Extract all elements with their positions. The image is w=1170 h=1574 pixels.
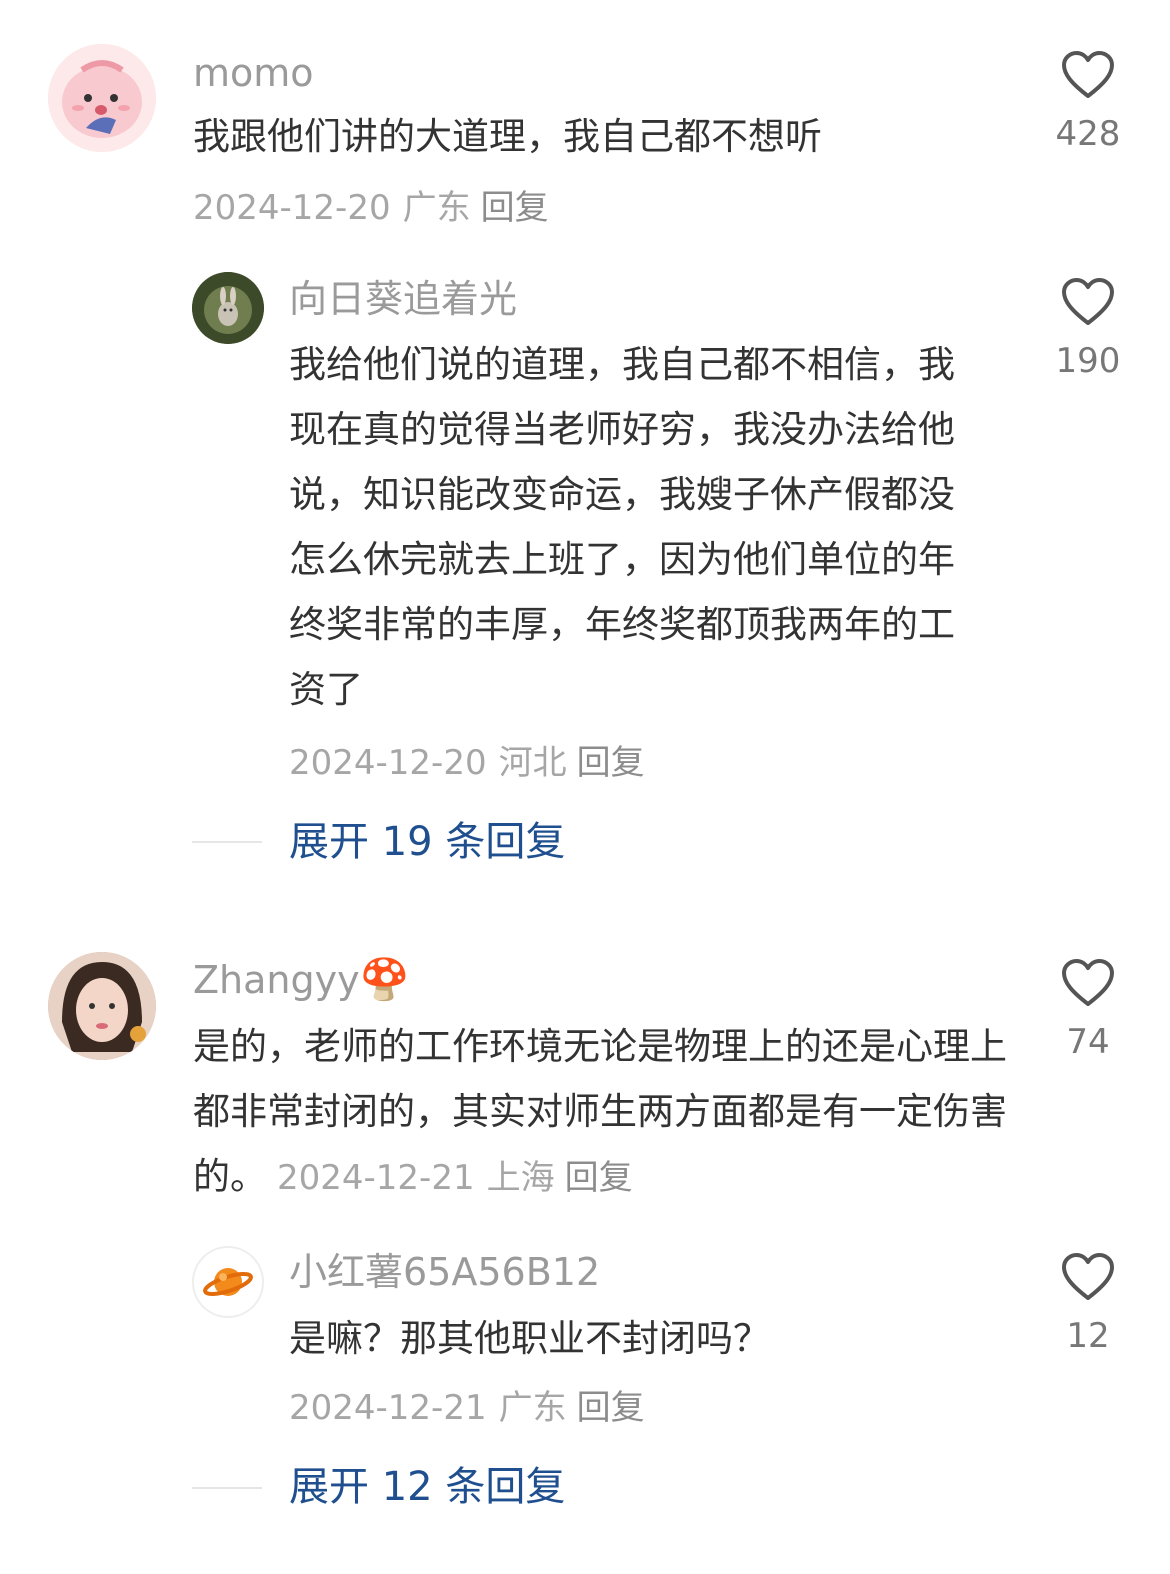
reply-button[interactable]: 回复 [481,188,549,228]
reply-button[interactable]: 回复 [577,743,645,783]
username-text: Zhangyy [193,958,360,1002]
divider [192,841,262,843]
like-count: 190 [1055,341,1121,381]
like-button[interactable]: 12 [1023,1252,1153,1356]
girl-photo-avatar-icon [48,952,156,1060]
comment-username[interactable]: Zhangyy🍄 [193,957,409,1003]
reply-date: 2024-12-20 [289,743,487,783]
reply-meta: 2024-12-21 广东 回复 [289,1386,645,1430]
comment-meta: 2024-12-21 上海 回复 [277,1158,633,1198]
reply-username[interactable]: 小红薯65A56B12 [289,1249,600,1295]
like-button[interactable]: 190 [1023,277,1153,381]
heart-icon [1062,1253,1114,1300]
comment-location: 广东 [402,188,471,228]
green-rabbit-avatar-icon [192,272,264,344]
divider [192,1487,262,1489]
avatar[interactable] [192,1246,264,1318]
like-count: 428 [1055,114,1121,154]
heart-icon [1062,959,1114,1006]
expand-replies-button[interactable]: 展开 12 条回复 [289,1462,565,1512]
reply-text: 我给他们说的道理，我自己都不相信，我现在真的觉得当老师好穷，我没办法给他说，知识… [289,343,955,711]
comment-date: 2024-12-20 [193,188,391,228]
reply-button[interactable]: 回复 [565,1158,633,1198]
comment-text: 我跟他们讲的大道理，我自己都不想听 [193,115,822,158]
pink-cartoon-avatar-icon [48,44,156,152]
heart-icon [1062,51,1114,98]
reply-text: 是嘛？那其他职业不封闭吗？ [289,1317,770,1360]
avatar[interactable] [48,44,156,152]
like-count: 74 [1066,1022,1110,1062]
heart-icon [1062,278,1114,325]
reply-meta: 2024-12-20 河北 回复 [289,741,645,785]
expand-replies-button[interactable]: 展开 19 条回复 [289,817,565,867]
mushroom-icon: 🍄 [359,957,410,1003]
comment-date: 2024-12-21 [277,1158,475,1198]
like-button[interactable]: 428 [1023,50,1153,154]
reply-location: 广东 [498,1388,567,1428]
comment-text: 是的，老师的工作环境无论是物理上的还是心理上都非常封闭的，其实对师生两方面都是有… [193,1014,1013,1211]
comment-username[interactable]: momo [193,50,314,96]
avatar[interactable] [48,952,156,1060]
avatar[interactable] [192,272,264,344]
reply-date: 2024-12-21 [289,1388,487,1428]
like-count: 12 [1066,1316,1110,1356]
like-button[interactable]: 74 [1023,958,1153,1062]
reply-username[interactable]: 向日葵追着光 [289,276,517,322]
planet-avatar-icon [192,1246,264,1318]
reply-location: 河北 [498,743,567,783]
comment-meta: 2024-12-20 广东 回复 [193,186,549,230]
comment-location: 上海 [486,1158,555,1198]
reply-button[interactable]: 回复 [577,1388,645,1428]
